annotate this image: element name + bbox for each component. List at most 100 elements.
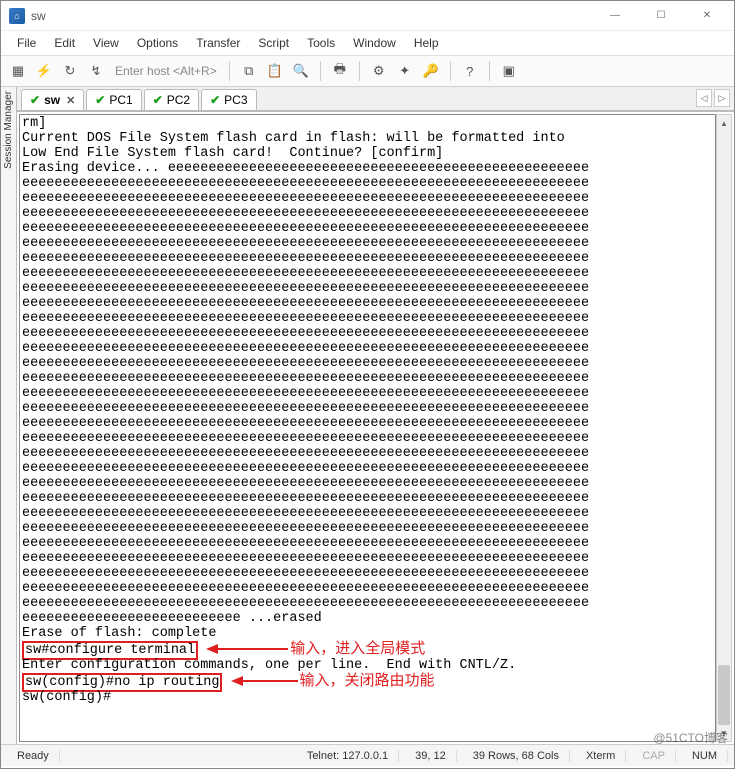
terminal-line: eeeeeeeeeeeeeeeeeeeeeeeeeeeeeeeeeeeeeeee…: [22, 206, 713, 221]
status-caps: CAP: [632, 750, 676, 762]
terminal-line: eeeeeeeeeeeeeeeeeeeeeeeeeeeeeeeeeeeeeeee…: [22, 521, 713, 536]
arrow-icon: [206, 642, 290, 656]
menu-view[interactable]: View: [85, 33, 127, 53]
terminal-line: eeeeeeeeeeeeeeeeeeeeeeeeeeeeeeeeeeeeeeee…: [22, 341, 713, 356]
terminal-line: sw#configure terminal 输入，进入全局模式: [22, 641, 713, 658]
check-icon: ✔: [153, 93, 163, 107]
scroll-track[interactable]: [717, 131, 731, 725]
terminal-output[interactable]: rm]Current DOS File System flash card in…: [19, 114, 716, 742]
terminal-line: eeeeeeeeeeeeeeeeeeeeeeeeeeeeeeeeeeeeeeee…: [22, 461, 713, 476]
separator: [320, 61, 321, 81]
key-icon[interactable]: 🔑: [420, 60, 442, 82]
paste-icon[interactable]: 📋: [264, 60, 286, 82]
help-icon[interactable]: ?: [459, 60, 481, 82]
quick-connect-icon[interactable]: ⚡: [33, 60, 55, 82]
check-icon: ✔: [95, 93, 105, 107]
gear-icon[interactable]: ✦: [394, 60, 416, 82]
new-session-icon[interactable]: ▦: [7, 60, 29, 82]
terminal-line: eeeeeeeeeeeeeeeeeeeeeeeeeeeeeeeeeeeeeeee…: [22, 581, 713, 596]
terminal-line: eeeeeeeeeeeeeeeeeeeeeeeeeeeeeeeeeeeeeeee…: [22, 326, 713, 341]
terminal-line: eeeeeeeeeeeeeeeeeeeeeeeeeeeeeeeeeeeeeeee…: [22, 551, 713, 566]
terminal-line: eeeeeeeeeeeeeeeeeeeeeeeeeeeeeeeeeeeeeeee…: [22, 176, 713, 191]
reconnect-icon[interactable]: ↻: [59, 60, 81, 82]
terminal-line: eeeeeeeeeeeeeeeeeeeeeeeeeeeeeeeeeeeeeeee…: [22, 371, 713, 386]
menu-help[interactable]: Help: [406, 33, 447, 53]
menu-edit[interactable]: Edit: [46, 33, 83, 53]
tab-label: PC3: [224, 93, 247, 107]
tab-pc2[interactable]: ✔ PC2: [144, 89, 199, 110]
titlebar: ⌂ sw — ☐ ✕: [1, 1, 734, 31]
terminal-line: eeeeeeeeeeeeeeeeeeeeeeeeeeeeeeeeeeeeeeee…: [22, 296, 713, 311]
scroll-thumb[interactable]: [718, 665, 730, 725]
menu-tools[interactable]: Tools: [299, 33, 343, 53]
terminal-line: eeeeeeeeeeeeeeeeeeeeeeeeeeeeeeeeeeeeeeee…: [22, 566, 713, 581]
tab-pc3[interactable]: ✔ PC3: [201, 89, 256, 110]
status-ready: Ready: [7, 750, 60, 762]
session-manager-label: Session Manager: [3, 91, 14, 169]
terminal-line: eeeeeeeeeeeeeeeeeeeeeeeeeeeeeeeeeeeeeeee…: [22, 596, 713, 611]
tab-close-icon[interactable]: ✕: [66, 94, 75, 107]
status-connection: Telnet: 127.0.0.1: [297, 750, 399, 762]
status-num: NUM: [682, 750, 728, 762]
separator: [450, 61, 451, 81]
menu-options[interactable]: Options: [129, 33, 186, 53]
status-bar: Ready Telnet: 127.0.0.1 39, 12 39 Rows, …: [1, 744, 734, 766]
window-title: sw: [31, 9, 46, 23]
terminal-line: Low End File System flash card! Continue…: [22, 146, 713, 161]
terminal-line: eeeeeeeeeeeeeeeeeeeeeeeeeeeeeeeeeeeeeeee…: [22, 536, 713, 551]
terminal-line: sw(config)#no ip routing 输入，关闭路由功能: [22, 673, 713, 690]
menu-script[interactable]: Script: [250, 33, 297, 53]
settings-icon[interactable]: ⚙: [368, 60, 390, 82]
print-icon[interactable]: 🖶: [329, 60, 351, 82]
menu-transfer[interactable]: Transfer: [188, 33, 248, 53]
terminal-line: eeeeeeeeeeeeeeeeeeeeeeeeeeeeeeeeeeeeeeee…: [22, 191, 713, 206]
menu-window[interactable]: Window: [345, 33, 404, 53]
terminal-line: eeeeeeeeeeeeeeeeeeeeeeeeeeeeeeeeeeeeeeee…: [22, 251, 713, 266]
terminal-line: eeeeeeeeeeeeeeeeeeeeeeeeeeeeeeeeeeeeeeee…: [22, 446, 713, 461]
tab-nav-right-icon[interactable]: ▷: [714, 89, 730, 107]
separator: [229, 61, 230, 81]
toggle-icon[interactable]: ▣: [498, 60, 520, 82]
tab-label: PC2: [167, 93, 190, 107]
arrow-icon: [231, 674, 300, 688]
status-size: 39 Rows, 68 Cols: [463, 750, 570, 762]
terminal-scrollbar[interactable]: ▲ ▼: [716, 114, 732, 742]
terminal-line: rm]: [22, 116, 713, 131]
maximize-button[interactable]: ☐: [638, 1, 684, 31]
close-button[interactable]: ✕: [684, 1, 730, 31]
status-term-type: Xterm: [576, 750, 626, 762]
terminal-line: eeeeeeeeeeeeeeeeeeeeeeeeeeeeeeeeeeeeeeee…: [22, 281, 713, 296]
scroll-up-icon[interactable]: ▲: [717, 115, 731, 131]
terminal-line: eeeeeeeeeeeeeeeeeeeeeeeeeeeeeeeeeeeeeeee…: [22, 221, 713, 236]
terminal-line: eeeeeeeeeeeeeeeeeeeeeeeeeeeeeeeeeeeeeeee…: [22, 401, 713, 416]
tab-bar: ✔ sw ✕ ✔ PC1 ✔ PC2 ✔ PC3 ◁ ▷: [17, 87, 734, 111]
terminal-line: eeeeeeeeeeeeeeeeeeeeeeeeeeeeeeeeeeeeeeee…: [22, 386, 713, 401]
terminal-line: Erase of flash: complete: [22, 626, 713, 641]
tab-sw[interactable]: ✔ sw ✕: [21, 89, 84, 110]
host-input[interactable]: Enter host <Alt+R>: [111, 64, 221, 78]
terminal-line: eeeeeeeeeeeeeeeeeeeeeeeeeeeeeeeeeeeeeeee…: [22, 506, 713, 521]
session-manager-panel[interactable]: Session Manager: [1, 87, 17, 744]
terminal-line: eeeeeeeeeeeeeeeeeeeeeeeeeeeeeeeeeeeeeeee…: [22, 266, 713, 281]
terminal-line: Enter configuration commands, one per li…: [22, 658, 713, 673]
terminal-line: Current DOS File System flash card in fl…: [22, 131, 713, 146]
terminal-line: eeeeeeeeeeeeeeeeeeeeeeeeeeeeeeeeeeeeeeee…: [22, 431, 713, 446]
find-icon[interactable]: 🔍: [290, 60, 312, 82]
annotation-text: 输入，关闭路由功能: [300, 672, 435, 689]
terminal-prompt: sw(config)#: [22, 690, 713, 705]
copy-icon[interactable]: ⧉: [238, 60, 260, 82]
separator: [359, 61, 360, 81]
disconnect-icon[interactable]: ↯: [85, 60, 107, 82]
tab-nav-left-icon[interactable]: ◁: [696, 89, 712, 107]
minimize-button[interactable]: —: [592, 1, 638, 31]
annotation-text: 输入，进入全局模式: [290, 640, 425, 657]
menu-file[interactable]: File: [9, 33, 44, 53]
terminal-line: Erasing device... eeeeeeeeeeeeeeeeeeeeee…: [22, 161, 713, 176]
tab-label: PC1: [109, 93, 132, 107]
window-controls: — ☐ ✕: [592, 1, 730, 31]
terminal-line: eeeeeeeeeeeeeeeeeeeeeeeeeeeeeeeeeeeeeeee…: [22, 491, 713, 506]
app-icon: ⌂: [9, 8, 25, 24]
tab-label: sw: [44, 93, 60, 107]
tab-pc1[interactable]: ✔ PC1: [86, 89, 141, 110]
terminal-line: eeeeeeeeeeeeeeeeeeeeeeeeeeeeeeeeeeeeeeee…: [22, 416, 713, 431]
